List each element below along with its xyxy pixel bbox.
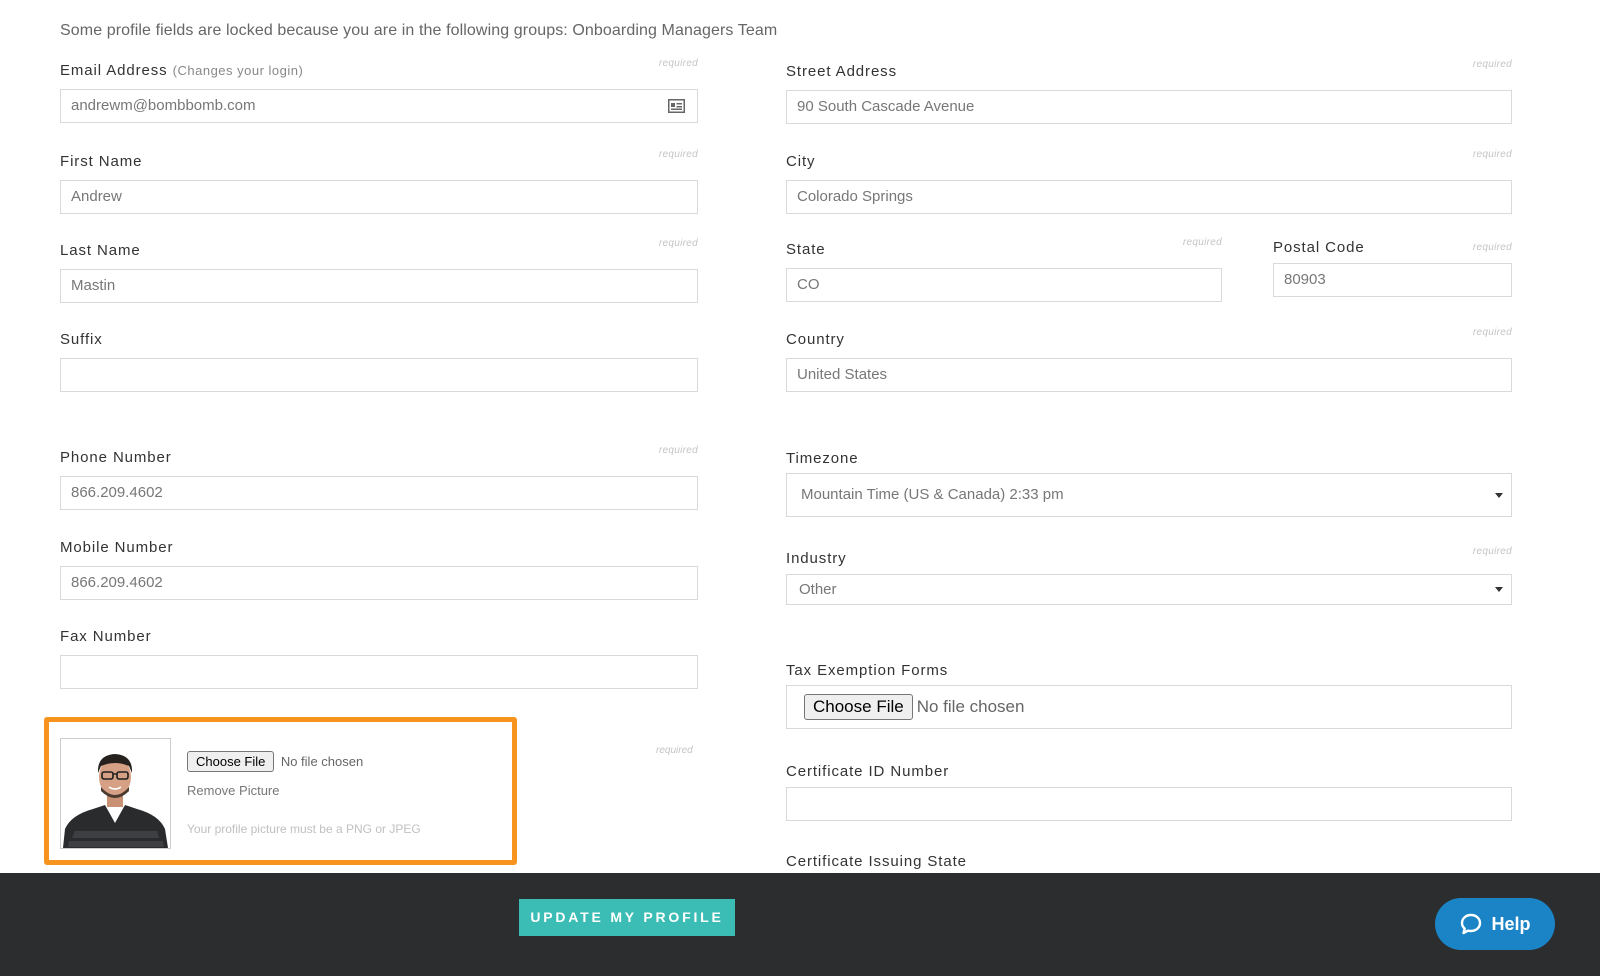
profile-picture-upload: Choose File No file chosen — [187, 751, 363, 772]
update-profile-button[interactable]: UPDATE MY PROFILE — [519, 899, 735, 936]
tax-form-file-status: No file chosen — [916, 697, 1025, 716]
suffix-field: Suffix — [60, 331, 698, 393]
country-field: Country required United States — [786, 327, 1512, 393]
street-address-input[interactable]: 90 South Cascade Avenue — [786, 90, 1512, 124]
mobile-input[interactable]: 866.209.4602 — [60, 566, 698, 600]
required-indicator: required — [1472, 149, 1512, 160]
contact-card-icon[interactable] — [668, 99, 685, 113]
required-indicator: required — [1472, 327, 1512, 338]
tax-exemption-field: Tax Exemption Forms Choose File No file … — [786, 662, 1512, 730]
required-indicator: required — [1472, 59, 1512, 70]
country-input[interactable]: United States — [786, 358, 1512, 392]
remove-picture-link[interactable]: Remove Picture — [187, 783, 279, 798]
required-indicator: required — [1182, 237, 1222, 248]
chevron-down-icon — [1495, 587, 1503, 592]
required-indicator: required — [658, 238, 698, 249]
locked-fields-notice: Some profile fields are locked because y… — [60, 22, 778, 39]
choose-picture-button[interactable]: Choose File — [187, 751, 275, 772]
postal-code-field: Postal Code required 80903 — [1273, 239, 1512, 301]
city-field: City required Colorado Springs — [786, 149, 1512, 215]
postal-code-input[interactable]: 80903 — [1273, 263, 1512, 297]
first-name-input[interactable]: Andrew — [60, 180, 698, 214]
required-indicator: required — [658, 445, 698, 456]
help-button[interactable]: Help — [1435, 898, 1555, 950]
last-name-input[interactable]: Mastin — [60, 269, 698, 303]
last-name-field: Last Name required Mastin — [60, 238, 698, 304]
required-indicator: required — [1472, 242, 1512, 253]
avatar-photo — [61, 739, 170, 848]
timezone-field: Timezone Mountain Time (US & Canada) 2:3… — [786, 450, 1512, 520]
certificate-id-label: Certificate ID Number — [786, 763, 950, 780]
phone-input[interactable]: 866.209.4602 — [60, 476, 698, 510]
tax-exemption-upload: Choose File No file chosen — [786, 685, 1512, 729]
required-indicator: required — [1472, 546, 1512, 557]
email-field: Email Address (Changes your login) requi… — [60, 58, 698, 124]
state-field: State required CO — [786, 237, 1222, 303]
suffix-label: Suffix — [60, 331, 103, 348]
phone-field: Phone Number required 866.209.4602 — [60, 445, 698, 511]
suffix-input[interactable] — [60, 358, 698, 392]
certificate-id-input[interactable] — [786, 787, 1512, 821]
state-input[interactable]: CO — [786, 268, 1222, 302]
footer-bar — [0, 873, 1600, 976]
postal-code-label: Postal Code — [1273, 239, 1365, 256]
certificate-state-label: Certificate Issuing State — [786, 853, 967, 870]
fax-input[interactable] — [60, 655, 698, 689]
picture-file-status: No file chosen — [280, 754, 364, 769]
choose-tax-form-button[interactable]: Choose File — [804, 694, 913, 720]
email-input[interactable]: andrewm@bombbomb.com — [60, 89, 698, 123]
fax-field: Fax Number — [60, 628, 698, 690]
timezone-label: Timezone — [786, 450, 859, 467]
required-indicator: required — [658, 149, 698, 160]
first-name-field: First Name required Andrew — [60, 149, 698, 215]
mobile-label: Mobile Number — [60, 539, 174, 556]
street-address-label: Street Address — [786, 63, 897, 80]
chat-bubble-icon — [1461, 913, 1482, 935]
certificate-state-field: Certificate Issuing State — [786, 853, 1512, 873]
required-indicator: required — [658, 58, 698, 69]
first-name-label: First Name — [60, 153, 143, 170]
certificate-id-field: Certificate ID Number — [786, 763, 1512, 821]
country-label: Country — [786, 331, 845, 348]
timezone-select[interactable]: Mountain Time (US & Canada) 2:33 pm — [786, 473, 1512, 517]
state-label: State — [786, 241, 826, 258]
fax-label: Fax Number — [60, 628, 152, 645]
avatar — [60, 738, 171, 849]
city-input[interactable]: Colorado Springs — [786, 180, 1512, 214]
industry-select[interactable]: Other — [786, 574, 1512, 605]
chevron-down-icon — [1495, 493, 1503, 498]
tax-exemption-label: Tax Exemption Forms — [786, 662, 949, 679]
industry-field: Industry required Other — [786, 546, 1512, 608]
city-label: City — [786, 153, 816, 170]
picture-format-note: Your profile picture must be a PNG or JP… — [187, 822, 421, 836]
phone-label: Phone Number — [60, 449, 172, 466]
last-name-label: Last Name — [60, 242, 141, 259]
help-label: Help — [1491, 913, 1531, 934]
email-label: Email Address (Changes your login) — [60, 62, 304, 79]
required-indicator: required — [656, 745, 693, 756]
industry-label: Industry — [786, 550, 847, 567]
email-hint: (Changes your login) — [172, 63, 304, 78]
mobile-field: Mobile Number 866.209.4602 — [60, 539, 698, 601]
street-address-field: Street Address required 90 South Cascade… — [786, 59, 1512, 125]
